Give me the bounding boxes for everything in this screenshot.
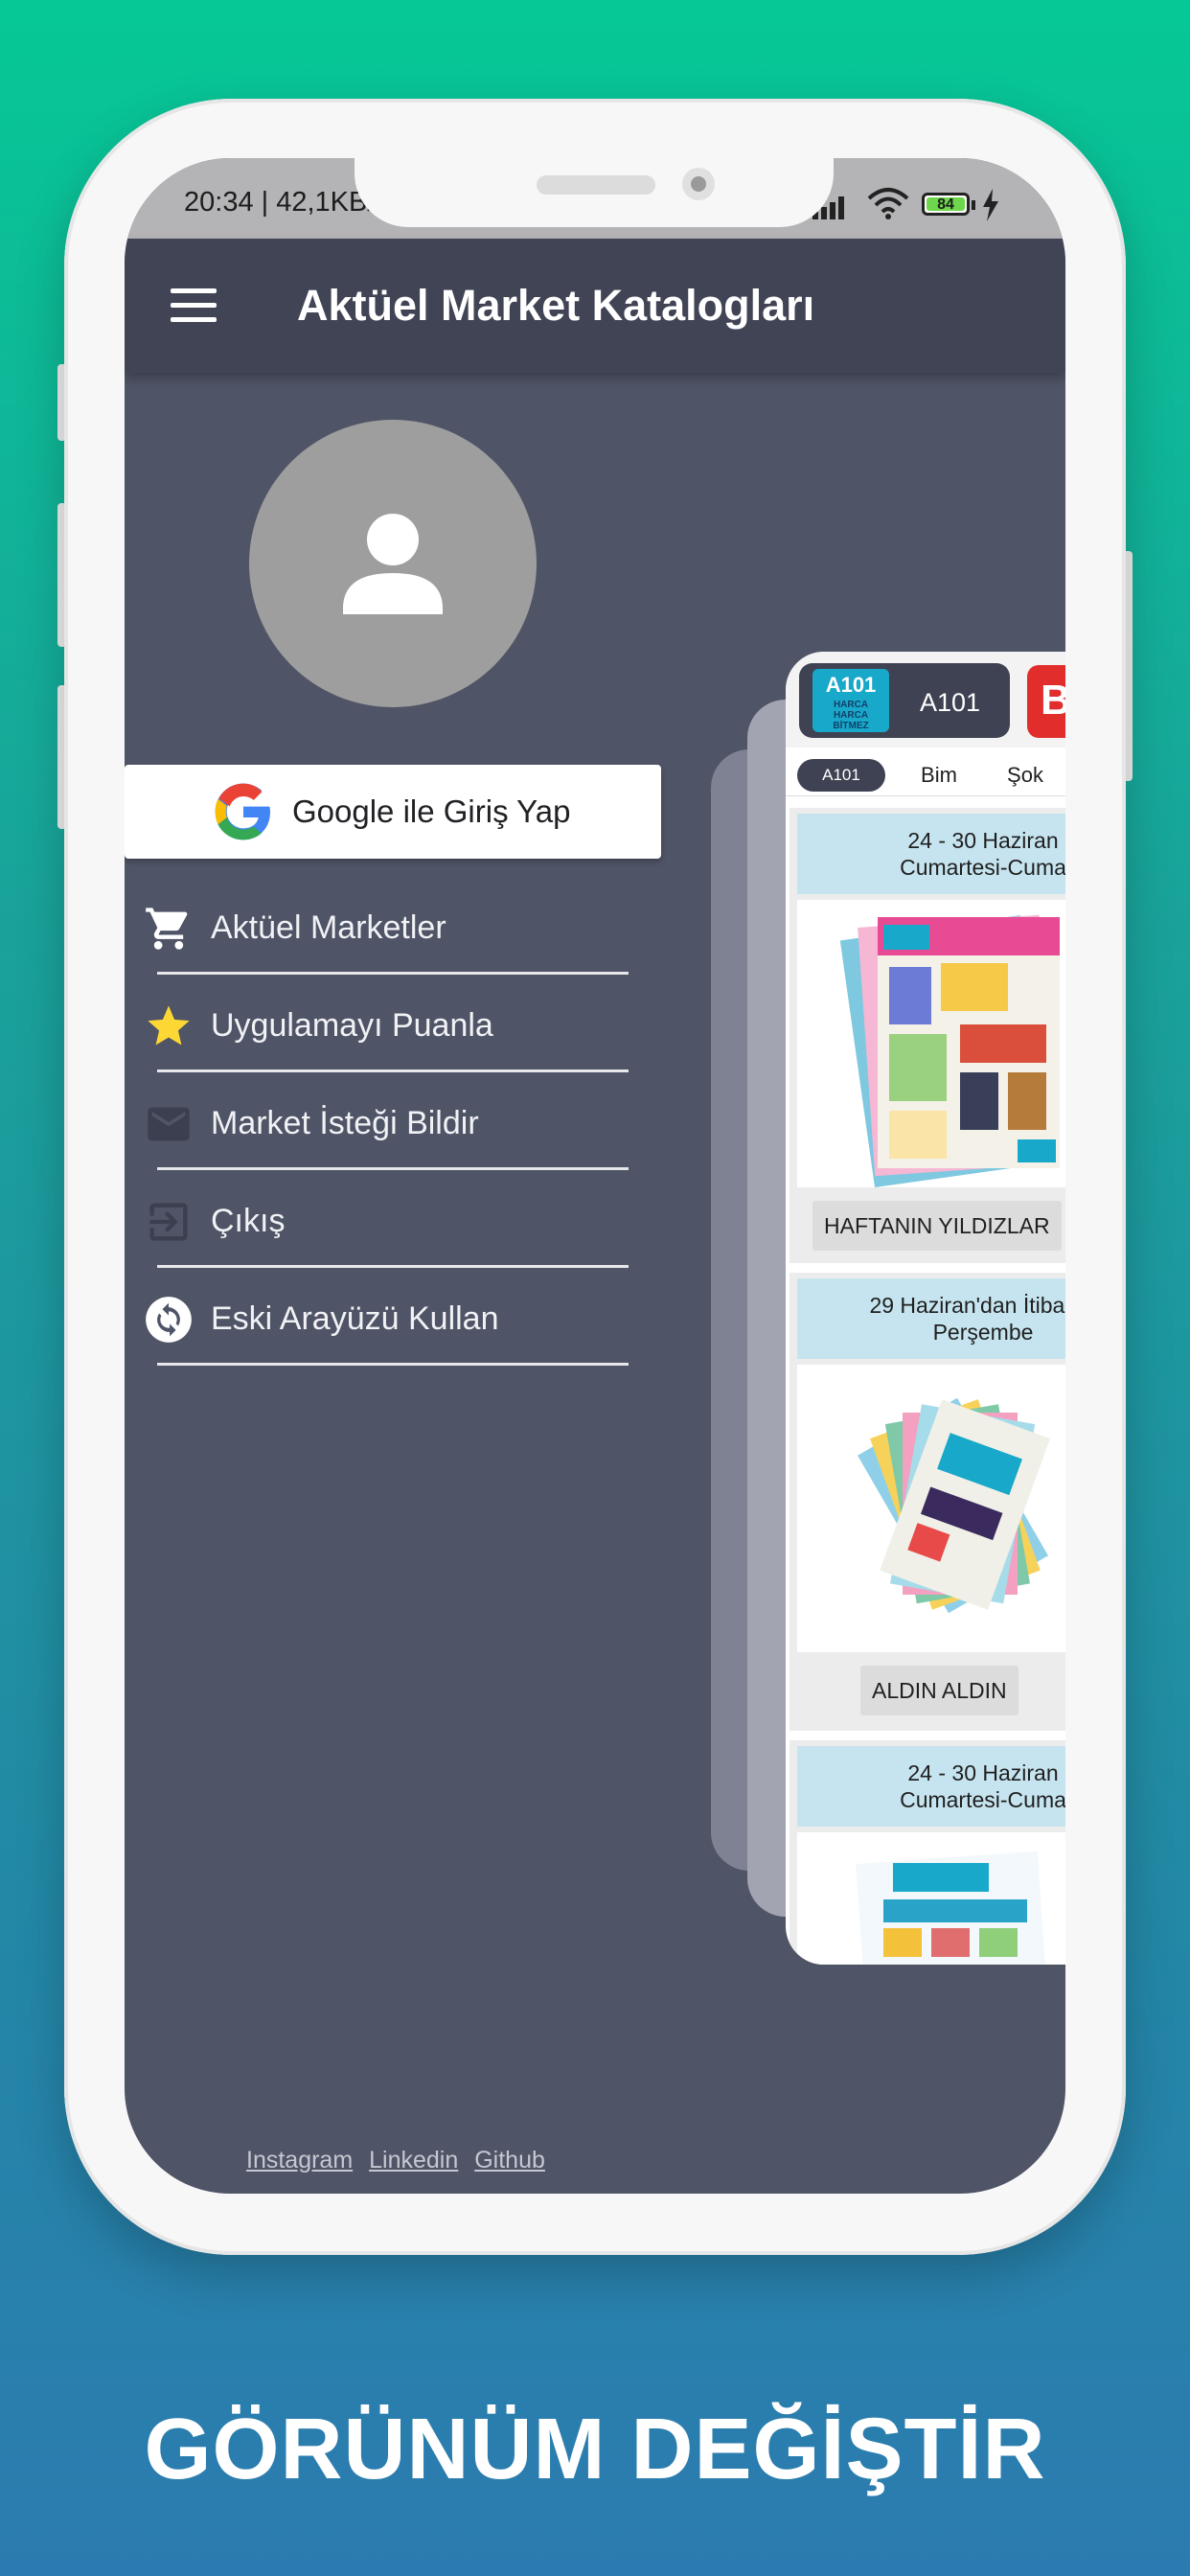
catalog-date-line: Perşembe <box>797 1319 1065 1346</box>
catalog-cover-image <box>797 1365 1065 1652</box>
phone-screen: 20:34 | 42,1KB/ 84 Aktüel Market Katal <box>125 158 1065 2194</box>
cart-icon <box>144 904 194 954</box>
instagram-link[interactable]: Instagram <box>246 2147 353 2174</box>
speaker-grille <box>537 175 655 195</box>
menu-item-aktuel-marketler[interactable]: Aktüel Marketler <box>125 877 699 975</box>
avatar[interactable] <box>249 420 537 707</box>
catalog-cover-image <box>797 900 1065 1187</box>
market-logo-strip: A101 HARCA HARCA BİTMEZ A101 <box>786 652 1065 748</box>
charging-icon <box>981 189 1000 221</box>
github-link[interactable]: Github <box>474 2147 545 2174</box>
catalog-date-line: 24 - 30 Haziran <box>797 1760 1065 1786</box>
phone-notch <box>355 158 834 227</box>
menu-item-label: Uygulamayı Puanla <box>211 1007 493 1045</box>
menu-item-label: Çıkış <box>211 1203 285 1240</box>
catalog-cover-image <box>797 1832 1065 1965</box>
a101-logo: A101 HARCA HARCA BİTMEZ <box>812 669 889 732</box>
menu-item-market-istegi-bildir[interactable]: Market İsteği Bildir <box>125 1072 699 1170</box>
google-logo-icon <box>213 781 274 842</box>
logo-subtext-line: BİTMEZ <box>812 721 889 731</box>
catalog-preview-panel[interactable]: A101 HARCA HARCA BİTMEZ A101 A101 Bim Şo… <box>786 652 1065 1965</box>
menu-item-label: Aktüel Marketler <box>211 909 446 947</box>
a101-logo-text: A101 <box>812 673 889 698</box>
catalog-date-line: Cumartesi-Cuma <box>797 1786 1065 1813</box>
battery-icon: 84 <box>922 193 970 216</box>
catalog-date-line: 29 Haziran'dan İtibaren <box>797 1292 1065 1319</box>
google-sign-in-label: Google ile Giriş Yap <box>292 794 570 830</box>
catalog-card[interactable]: 24 - 30 Haziran Cumartesi-Cuma <box>790 1740 1065 1965</box>
catalog-card[interactable]: 24 - 30 Haziran Cumartesi-Cuma <box>790 808 1065 1263</box>
tab-a101[interactable]: A101 <box>797 759 885 792</box>
linkedin-link[interactable]: Linkedin <box>369 2147 458 2174</box>
menu-item-cikis[interactable]: Çıkış <box>125 1170 699 1268</box>
tab-sok[interactable]: Şok <box>987 759 1064 792</box>
battery-level: 84 <box>927 197 965 211</box>
status-time: 20:34 | 42,1KB/ <box>184 187 375 218</box>
star-icon <box>144 1001 194 1051</box>
promo-headline: GÖRÜNÜM DEĞİŞTİR <box>0 2401 1190 2499</box>
market-tabs: A101 Bim Şok <box>786 757 1065 796</box>
market-chip-a101[interactable]: A101 HARCA HARCA BİTMEZ A101 <box>799 663 1010 738</box>
catalog-name-button[interactable]: ALDIN ALDIN <box>860 1666 1018 1715</box>
app-title: Aktüel Market Katalogları <box>297 281 814 331</box>
wifi-icon <box>867 187 909 219</box>
app-bar: Aktüel Market Katalogları <box>125 239 1065 373</box>
menu-item-eski-arayuzu-kullan[interactable]: Eski Arayüzü Kullan <box>125 1268 699 1366</box>
catalog-date: 24 - 30 Haziran Cumartesi-Cuma <box>797 814 1065 894</box>
menu-item-label: Market İsteği Bildir <box>211 1105 479 1142</box>
menu-item-uygulamayi-puanla[interactable]: Uygulamayı Puanla <box>125 975 699 1072</box>
google-sign-in-button[interactable]: Google ile Giriş Yap <box>125 765 661 859</box>
mail-icon <box>144 1099 194 1149</box>
footer-links: Instagram Linkedin Github <box>246 2147 555 2174</box>
logo-subtext-line: HARCA <box>812 700 889 710</box>
a101-logo-subtext: HARCA HARCA BİTMEZ <box>812 700 889 731</box>
logo-subtext-line: HARCA <box>812 710 889 721</box>
person-icon <box>249 420 537 707</box>
divider <box>157 1363 629 1366</box>
market-chip-bim[interactable] <box>1027 665 1065 738</box>
sync-icon <box>144 1295 194 1345</box>
catalog-date: 29 Haziran'dan İtibaren Perşembe <box>797 1278 1065 1359</box>
front-camera <box>682 168 715 200</box>
battery-cap <box>972 200 975 210</box>
catalog-date-line: Cumartesi-Cuma <box>797 854 1065 881</box>
catalog-name-button[interactable]: HAFTANIN YILDIZLAR <box>812 1201 1062 1251</box>
drawer-menu: Aktüel Marketler Uygulamayı Puanla Marke… <box>125 877 699 1366</box>
catalog-card[interactable]: 29 Haziran'dan İtibaren Perşembe <box>790 1273 1065 1731</box>
market-chip-label: A101 <box>920 688 980 718</box>
tab-bim[interactable]: Bim <box>901 759 977 792</box>
menu-item-label: Eski Arayüzü Kullan <box>211 1300 499 1338</box>
catalog-date-line: 24 - 30 Haziran <box>797 827 1065 854</box>
logout-icon <box>144 1197 194 1247</box>
catalog-date: 24 - 30 Haziran Cumartesi-Cuma <box>797 1746 1065 1827</box>
hamburger-menu-icon[interactable] <box>171 288 217 323</box>
